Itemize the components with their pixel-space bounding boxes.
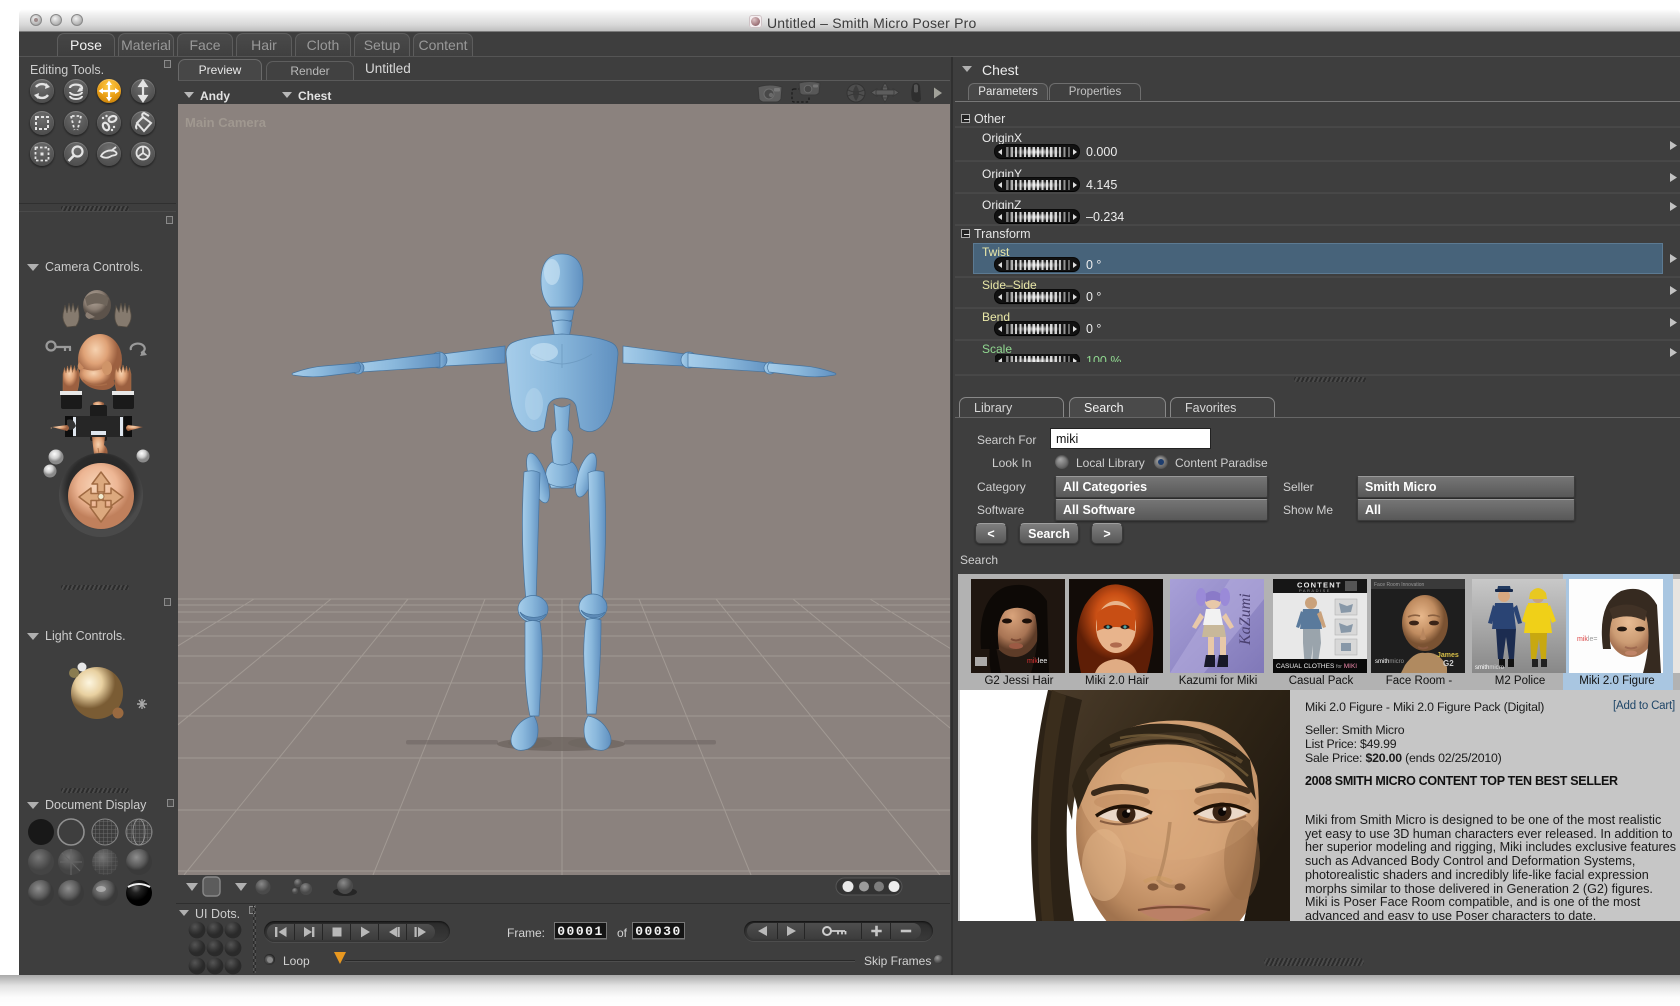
svg-text:mikle=: mikle=: [1577, 636, 1597, 643]
svg-text:miklee: miklee: [1027, 658, 1047, 665]
svg-text:smithmicro: smithmicro: [1375, 659, 1405, 665]
svg-text:G2: G2: [1443, 659, 1454, 668]
svg-text:CASUAL CLOTHES for MIKI: CASUAL CLOTHES for MIKI: [1276, 663, 1357, 670]
svg-text:KaZumi: KaZumi: [1237, 593, 1254, 646]
svg-text:smithmicro: smithmicro: [1475, 665, 1505, 671]
svg-text:Face Room Innovation: Face Room Innovation: [1374, 582, 1425, 588]
svg-text:James: James: [1437, 652, 1459, 659]
svg-text:PARADISE: PARADISE: [1299, 588, 1331, 593]
